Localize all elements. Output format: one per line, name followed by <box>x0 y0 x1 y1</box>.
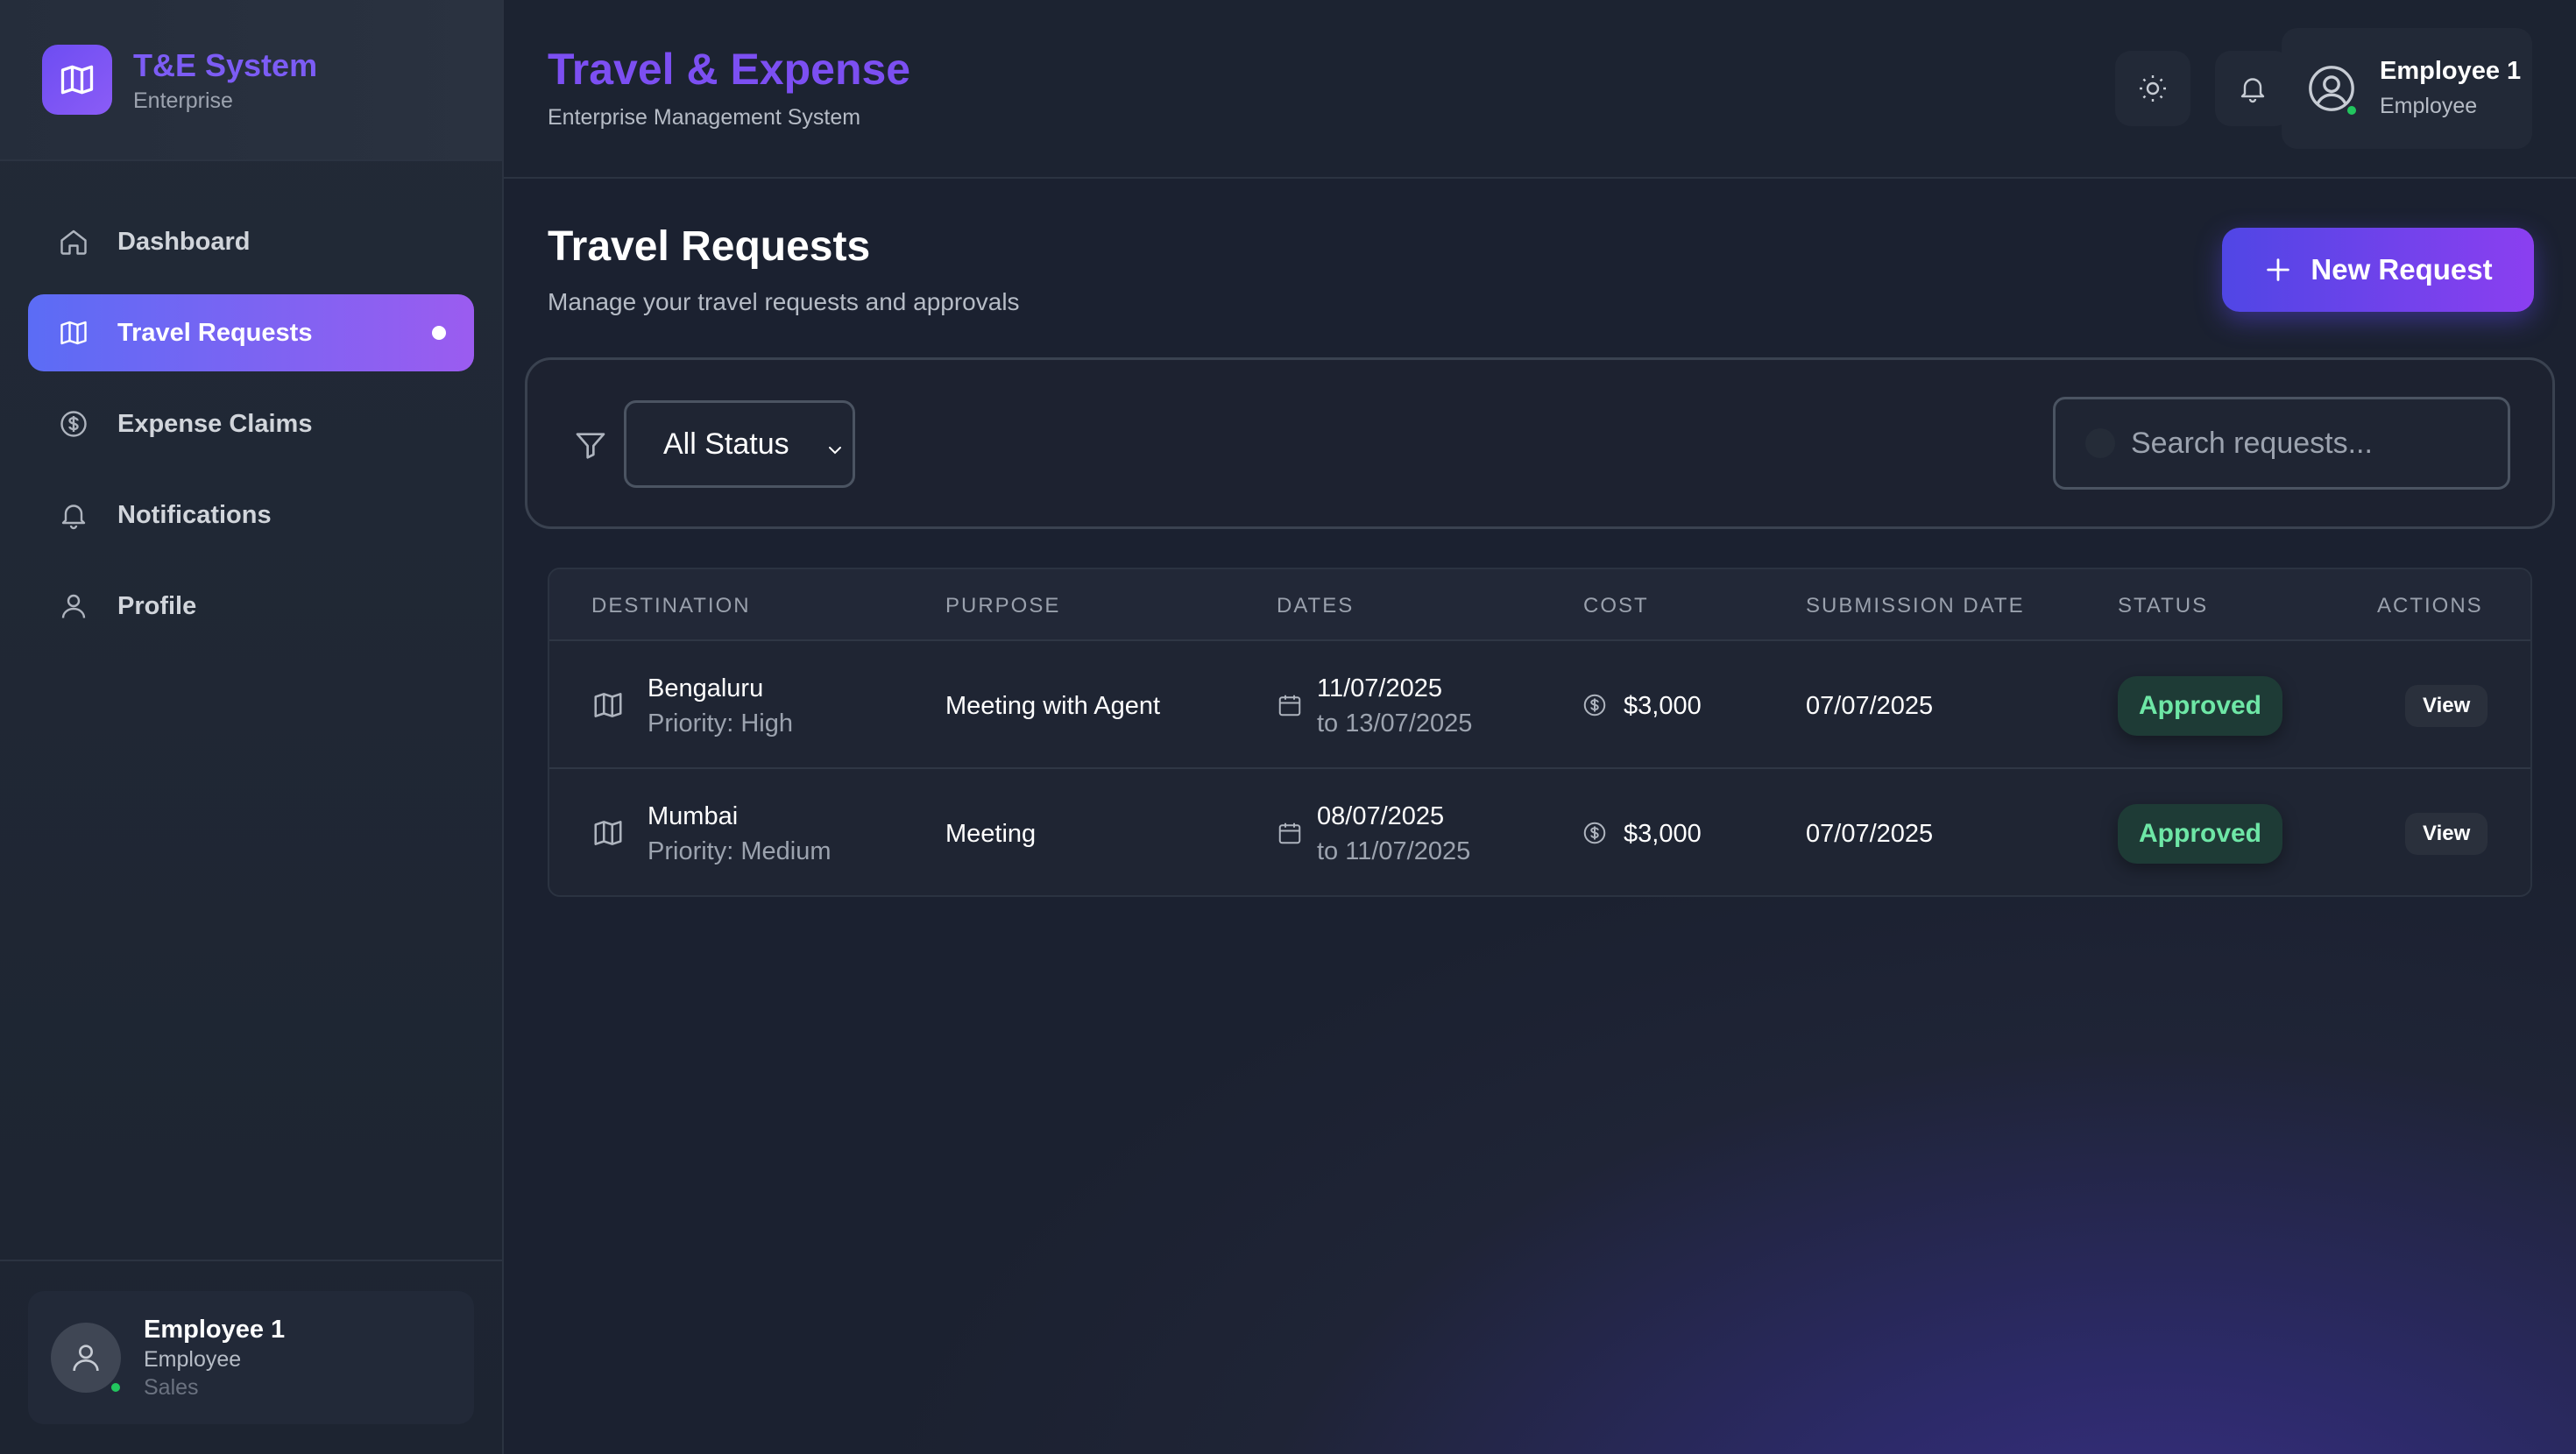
sidebar-item-label: Dashboard <box>117 227 251 256</box>
status-badge: Approved <box>2118 676 2283 736</box>
user-department: Sales <box>144 1375 199 1400</box>
column-header-submission-date[interactable]: SUBMISSION DATE <box>1806 594 2025 618</box>
destination-name: Mumbai <box>648 802 739 830</box>
sidebar-item-label: Profile <box>117 591 197 620</box>
online-status-dot <box>2345 103 2359 117</box>
column-header-cost[interactable]: COST <box>1583 594 1649 618</box>
page-title: Travel Requests <box>548 223 871 270</box>
submission-date: 07/07/2025 <box>1806 820 1934 848</box>
user-name: Employee 1 <box>144 1316 286 1344</box>
search-input[interactable]: Search requests... <box>2053 397 2510 490</box>
map-icon <box>591 688 625 726</box>
sidebar-item-expense-claims[interactable]: Expense Claims <box>28 385 474 462</box>
notifications-button[interactable] <box>2215 51 2290 126</box>
map-icon <box>56 315 91 350</box>
active-indicator-dot <box>432 326 446 340</box>
theme-toggle-button[interactable] <box>2115 51 2190 126</box>
filter-bar: All Status Search requests... <box>525 357 2555 529</box>
destination-name: Bengaluru <box>648 674 764 702</box>
map-icon <box>591 816 625 854</box>
filter-icon <box>573 428 608 468</box>
view-button[interactable]: View <box>2405 685 2488 727</box>
calendar-icon <box>1277 692 1303 723</box>
column-header-purpose[interactable]: PURPOSE <box>945 594 1060 618</box>
brand-title: T&E System <box>133 46 318 83</box>
sidebar: T&E System Enterprise Dashboard Travel R… <box>0 0 504 1454</box>
column-header-actions: ACTIONS <box>2377 594 2483 618</box>
sun-icon <box>2140 75 2166 102</box>
table-row[interactable]: Mumbai Priority: Medium Meeting 08/07/20… <box>549 769 2530 895</box>
user-icon <box>73 1345 99 1372</box>
new-request-label: New Request <box>2311 253 2493 286</box>
avatar <box>51 1323 123 1394</box>
top-bar: Travel & Expense Enterprise Management S… <box>504 0 2576 179</box>
cost-value: $3,000 <box>1624 692 1702 720</box>
destination-priority: Priority: High <box>648 709 793 738</box>
search-icon <box>2085 428 2115 458</box>
sidebar-user-card[interactable]: Employee 1 Employee Sales <box>28 1291 474 1424</box>
submission-date: 07/07/2025 <box>1806 692 1934 720</box>
main-content: Travel & Expense Enterprise Management S… <box>504 0 2576 1454</box>
view-button[interactable]: View <box>2405 813 2488 855</box>
destination-priority: Priority: Medium <box>648 837 832 865</box>
table-row[interactable]: Bengaluru Priority: High Meeting with Ag… <box>549 641 2530 769</box>
sidebar-user-section: Employee 1 Employee Sales <box>0 1260 502 1454</box>
app-title: Travel & Expense <box>548 45 911 94</box>
online-status-dot <box>109 1380 123 1394</box>
status-filter-select[interactable]: All Status <box>624 400 855 488</box>
column-header-destination[interactable]: DESTINATION <box>591 594 751 618</box>
user-role: Employee <box>144 1347 242 1372</box>
avatar <box>2306 63 2359 117</box>
dollar-circle-icon <box>1582 692 1608 723</box>
dollar-circle-icon <box>56 406 91 441</box>
bell-icon <box>2240 78 2265 103</box>
sidebar-item-notifications[interactable]: Notifications <box>28 476 474 554</box>
date-from: 08/07/2025 <box>1317 802 1445 830</box>
sidebar-item-label: Travel Requests <box>117 318 313 347</box>
column-header-status[interactable]: STATUS <box>2118 594 2208 618</box>
sidebar-item-label: Expense Claims <box>117 409 313 438</box>
page-subtitle: Manage your travel requests and approval… <box>548 288 1020 315</box>
dollar-circle-icon <box>1582 820 1608 851</box>
sidebar-item-travel-requests[interactable]: Travel Requests <box>28 294 474 371</box>
column-header-dates[interactable]: DATES <box>1277 594 1354 618</box>
header-user-role: Employee <box>2380 94 2478 118</box>
brand[interactable]: T&E System Enterprise <box>0 0 502 161</box>
table-header: DESTINATION PURPOSE DATES COST SUBMISSIO… <box>549 569 2530 641</box>
plus-icon <box>2263 255 2293 285</box>
date-to: to 11/07/2025 <box>1317 837 1471 865</box>
travel-requests-table: DESTINATION PURPOSE DATES COST SUBMISSIO… <box>548 568 2532 897</box>
search-placeholder: Search requests... <box>2131 426 2373 460</box>
calendar-icon <box>1277 820 1303 851</box>
sidebar-nav: Dashboard Travel Requests Expense Claims <box>0 161 502 645</box>
user-icon <box>56 589 91 624</box>
bell-icon <box>56 498 91 533</box>
status-filter-value: All Status <box>663 427 789 461</box>
cost-value: $3,000 <box>1624 820 1702 848</box>
home-icon <box>56 224 91 259</box>
app-subtitle: Enterprise Management System <box>548 105 861 130</box>
date-to: to 13/07/2025 <box>1317 709 1473 738</box>
purpose-text: Meeting with Agent <box>945 692 1161 720</box>
purpose-text: Meeting <box>945 820 1037 848</box>
sidebar-item-label: Notifications <box>117 500 272 529</box>
header-user-name: Employee 1 <box>2380 57 2522 85</box>
date-from: 11/07/2025 <box>1317 674 1442 702</box>
profile-menu-button[interactable]: Employee 1 Employee <box>2282 28 2532 149</box>
map-icon <box>42 45 112 115</box>
sidebar-item-dashboard[interactable]: Dashboard <box>28 203 474 280</box>
page-header: Travel Requests Manage your travel reque… <box>548 222 1020 316</box>
new-request-button[interactable]: New Request <box>2222 228 2534 312</box>
app-root: T&E System Enterprise Dashboard Travel R… <box>0 0 2576 1454</box>
status-badge: Approved <box>2118 804 2283 864</box>
brand-subtitle: Enterprise <box>133 88 233 113</box>
chevron-down-icon <box>824 434 846 469</box>
sidebar-item-profile[interactable]: Profile <box>28 568 474 645</box>
